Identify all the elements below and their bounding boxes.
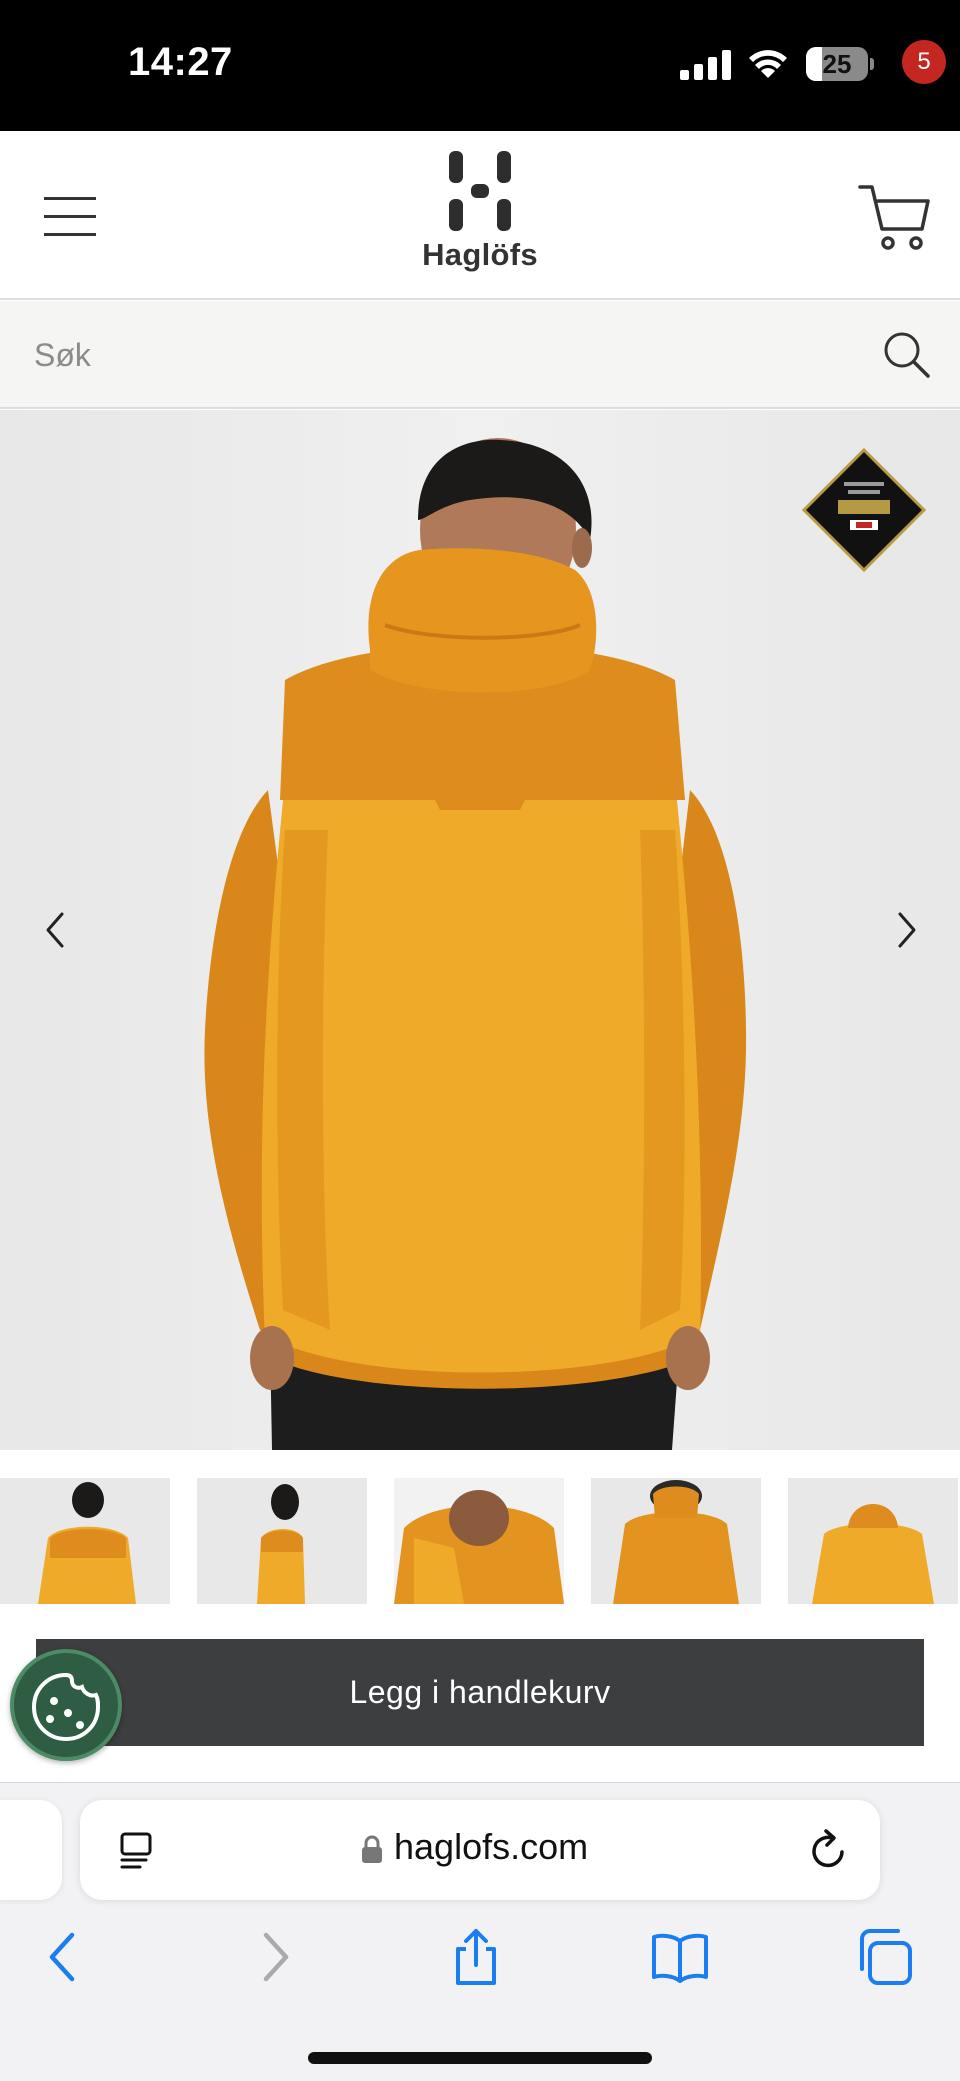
brand-logo[interactable]: Haglöfs <box>410 151 550 281</box>
page-menu-icon[interactable] <box>118 1830 158 1870</box>
thumbnail-strip <box>0 1478 960 1604</box>
url-text: haglofs.com <box>394 1826 589 1867</box>
next-image-arrow-icon[interactable] <box>882 900 932 960</box>
status-bar: 14:27 25 <box>0 0 960 131</box>
wifi-icon <box>749 50 787 78</box>
reload-icon[interactable] <box>808 1828 850 1872</box>
previous-tab-card[interactable] <box>0 1800 62 1900</box>
cart-count-badge: 5 <box>902 40 946 84</box>
battery-icon: 25 <box>806 47 868 81</box>
bookmarks-icon[interactable] <box>648 1925 712 1989</box>
cookie-settings-button[interactable] <box>10 1649 122 1761</box>
search-input[interactable] <box>34 325 834 385</box>
address-bar[interactable]: haglofs.com <box>80 1800 880 1900</box>
battery-indicator: 25 <box>806 47 874 81</box>
menu-icon <box>44 197 96 200</box>
cookie-icon <box>31 1672 101 1742</box>
thumbnail-4[interactable] <box>591 1478 761 1604</box>
thumbnail-2[interactable] <box>197 1478 367 1604</box>
forward-icon[interactable] <box>242 1925 306 1989</box>
tabs-icon[interactable] <box>854 1925 918 1989</box>
haglofs-logo-icon <box>449 151 511 231</box>
cart-icon[interactable] <box>856 177 936 257</box>
gore-tex-badge <box>801 447 927 573</box>
menu-button[interactable] <box>40 191 100 241</box>
battery-cap <box>870 58 874 70</box>
lock-icon <box>362 1835 382 1863</box>
add-to-cart-button[interactable]: Legg i handlekurv <box>36 1639 924 1746</box>
menu-icon-line <box>44 233 96 236</box>
cellular-signal-icon <box>680 50 731 80</box>
thumbnail-1[interactable] <box>0 1478 170 1604</box>
home-indicator[interactable] <box>308 2052 652 2064</box>
search-icon[interactable] <box>882 330 932 380</box>
back-icon[interactable] <box>32 1925 96 1989</box>
site-header: Haglöfs <box>0 131 960 300</box>
status-time: 14:27 <box>128 40 233 84</box>
brand-name: Haglöfs <box>422 237 538 272</box>
previous-image-arrow-icon[interactable] <box>30 900 80 960</box>
thumbnail-3[interactable] <box>394 1478 564 1604</box>
share-icon[interactable] <box>444 1925 508 1989</box>
battery-percent: 25 <box>822 49 852 79</box>
search-bar <box>0 301 960 409</box>
thumbnail-5[interactable] <box>788 1478 958 1604</box>
menu-icon-line <box>44 215 96 218</box>
